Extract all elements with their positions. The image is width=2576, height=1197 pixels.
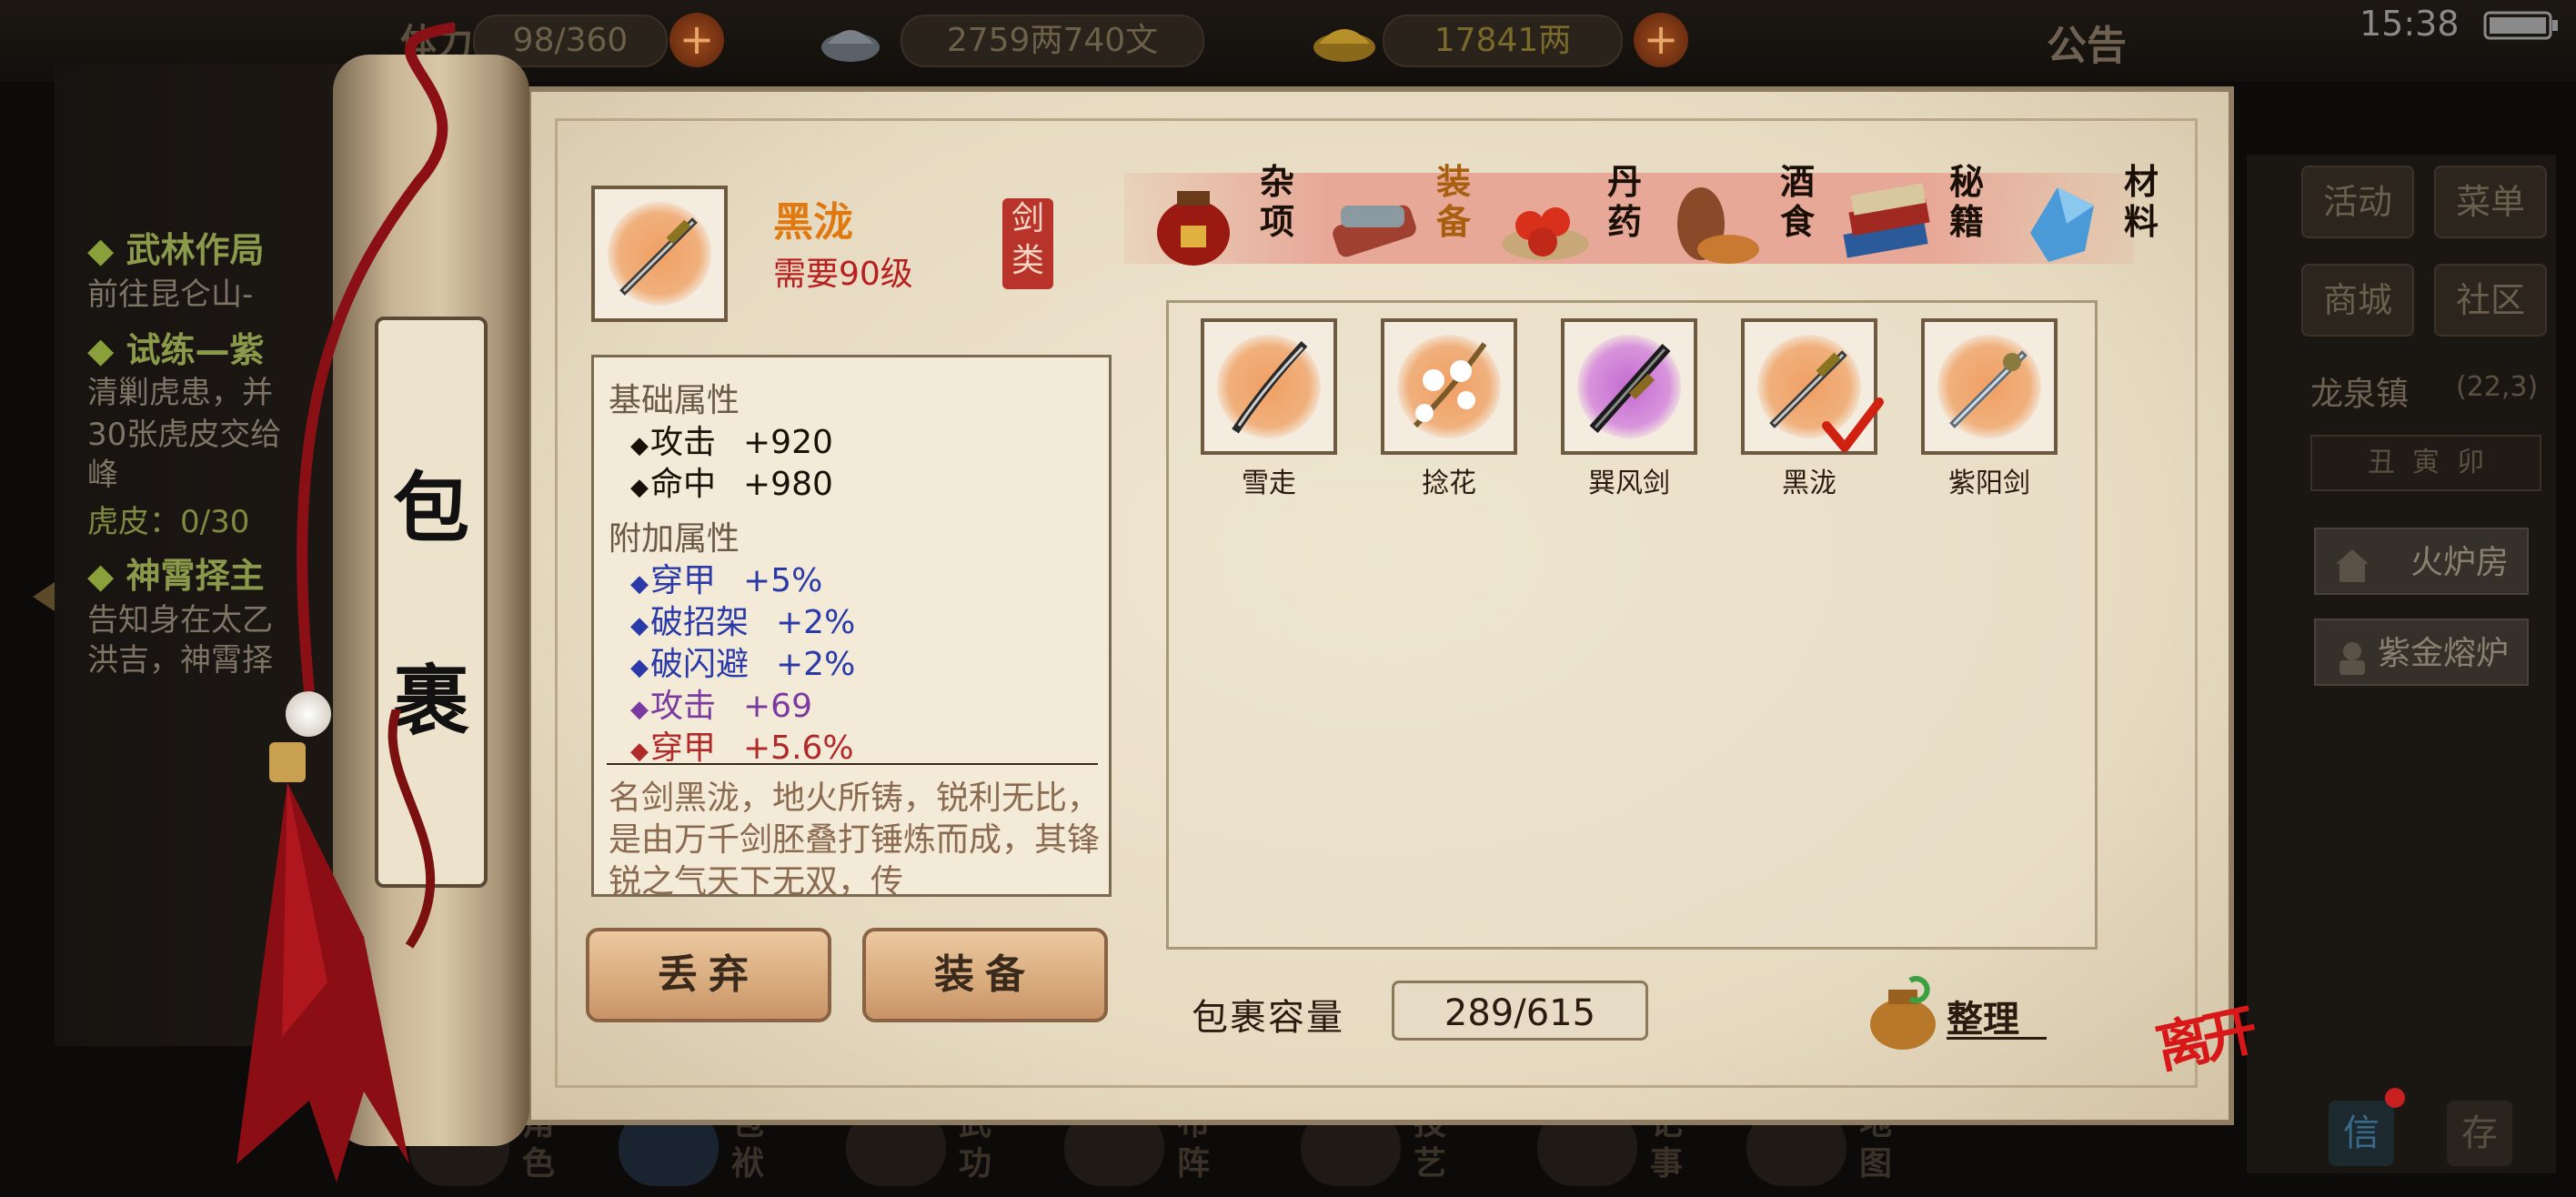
house-icon bbox=[2332, 542, 2372, 609]
katana-icon bbox=[1232, 340, 1308, 434]
silver-ingot-icon bbox=[819, 11, 882, 71]
tab-pills[interactable]: 丹药 bbox=[1495, 162, 1668, 277]
silver-value: 2759两740文 bbox=[901, 15, 1204, 67]
item-type-seal: 剑类 bbox=[1002, 198, 1053, 289]
gold-value: 17841两 bbox=[1383, 15, 1623, 67]
time-dial: 丑 寅 卯 bbox=[2310, 435, 2541, 491]
location-coords: (22,3) bbox=[2456, 371, 2539, 403]
equipment-bundle-icon bbox=[1333, 205, 1416, 257]
item-label: 捻花 bbox=[1422, 468, 1476, 499]
base-attr-heading: 基础属性 bbox=[609, 382, 740, 419]
extra-attr-row: ◆穿甲 +5.6% bbox=[630, 729, 854, 767]
equipped-check-icon bbox=[1822, 397, 1884, 452]
forge-icon bbox=[2332, 633, 2372, 700]
collapse-arrow-icon[interactable] bbox=[27, 578, 58, 619]
item-label: 紫阳剑 bbox=[1948, 468, 2030, 499]
add-stamina-button[interactable]: + bbox=[669, 13, 724, 67]
equip-button[interactable]: 装备 bbox=[862, 928, 1108, 1022]
sword-icon bbox=[1949, 350, 2028, 428]
flower-branch-icon bbox=[1413, 342, 1487, 428]
activity-button[interactable]: 活动 bbox=[2301, 166, 2414, 238]
crystal-icon bbox=[2030, 187, 2094, 262]
item-name: 黑泷 bbox=[773, 199, 853, 246]
inventory-slot[interactable] bbox=[1921, 318, 2058, 455]
extra-attr-heading: 附加属性 bbox=[609, 520, 740, 558]
inventory-slot[interactable] bbox=[1381, 318, 1517, 455]
diamond-bullet-icon: ◆ bbox=[630, 612, 649, 639]
attribute-panel[interactable]: 基础属性 ◆攻击 +920 ◆命中 +980 附加属性 ◆穿甲 +5% ◆破招架 +2%… bbox=[591, 355, 1112, 897]
diamond-bullet-icon: ◆ bbox=[630, 432, 649, 459]
divider bbox=[607, 763, 1098, 765]
item-description: 名剑黑泷，地火所铸，锐利无比，是由万千剑胚叠打锤炼而成，其锋锐之气天下无双，传 bbox=[609, 780, 1101, 897]
inventory-slot[interactable] bbox=[1201, 318, 1337, 455]
gold-ingot-icon bbox=[1310, 11, 1379, 71]
sword-icon bbox=[1589, 344, 1671, 433]
announcement-button[interactable]: 公告 bbox=[2047, 13, 2127, 71]
sort-underline bbox=[1947, 1037, 2047, 1040]
extra-attr-row: ◆穿甲 +5% bbox=[630, 562, 823, 599]
leave-button[interactable]: 离开 bbox=[2150, 1000, 2283, 1128]
diamond-bullet-icon: ◆ bbox=[630, 738, 649, 765]
battery-icon bbox=[2483, 11, 2560, 45]
shop-button[interactable]: 商城 bbox=[2301, 264, 2414, 337]
diamond-bullet-icon: ◆ bbox=[630, 474, 649, 501]
tab-wine-food[interactable]: 酒食 bbox=[1668, 162, 1841, 277]
sword-icon bbox=[619, 217, 698, 296]
sort-label: 整理 bbox=[1947, 999, 2019, 1041]
quest-progress: 虎皮：0/30 bbox=[87, 504, 250, 540]
selected-item-slot bbox=[591, 186, 728, 322]
facility-label: 火炉房 bbox=[2410, 544, 2509, 581]
tab-manuals[interactable]: 秘籍 bbox=[1837, 162, 2010, 277]
tab-equipment[interactable]: 装备 bbox=[1324, 162, 1497, 277]
jar-icon bbox=[1157, 191, 1230, 266]
extra-attr-row: ◆攻击 +69 bbox=[630, 688, 812, 725]
book-icon bbox=[1843, 183, 1930, 258]
inventory-slot[interactable] bbox=[1561, 318, 1697, 455]
tab-misc[interactable]: 杂项 bbox=[1148, 162, 1321, 277]
community-button[interactable]: 社区 bbox=[2434, 264, 2547, 337]
wine-food-icon bbox=[1677, 187, 1759, 264]
location-name: 龙泉镇 bbox=[2310, 376, 2410, 413]
leave-label: 离开 bbox=[2150, 999, 2257, 1081]
extra-attr-row: ◆破招架 +2% bbox=[630, 604, 856, 641]
tassel-cord bbox=[227, 18, 482, 709]
base-attr-row: ◆命中 +980 bbox=[630, 466, 833, 503]
item-label: 巽风剑 bbox=[1588, 468, 1670, 499]
diamond-bullet-icon: ◆ bbox=[630, 570, 649, 598]
capacity-value: 289/615 bbox=[1392, 981, 1648, 1041]
discard-button[interactable]: 丢弃 bbox=[586, 928, 831, 1022]
pill-icon bbox=[1502, 207, 1589, 260]
item-label: 雪走 bbox=[1242, 468, 1296, 499]
quest-description: 峰 bbox=[87, 457, 118, 493]
extra-attr-row: ◆破闪避 +2% bbox=[630, 646, 856, 683]
facility-label: 紫金熔炉 bbox=[2377, 635, 2509, 672]
menu-button[interactable]: 菜单 bbox=[2434, 166, 2547, 238]
tassel-ornament bbox=[227, 669, 500, 1182]
base-attr-row: ◆攻击 +920 bbox=[630, 424, 833, 461]
furnace-room-button[interactable]: 火炉房 bbox=[2314, 528, 2529, 595]
sort-button[interactable]: 整理 bbox=[1865, 975, 2047, 1053]
inventory-slot[interactable] bbox=[1741, 318, 1884, 455]
purple-gold-forge-button[interactable]: 紫金熔炉 bbox=[2314, 619, 2529, 686]
diamond-bullet-icon: ◆ bbox=[630, 696, 649, 723]
clock-time: 15:38 bbox=[2360, 4, 2460, 44]
capacity-label: 包裹容量 bbox=[1192, 997, 1344, 1039]
add-gold-button[interactable]: + bbox=[1634, 13, 1688, 67]
item-level-requirement: 需要90级 bbox=[773, 256, 913, 293]
sack-icon bbox=[1870, 976, 1936, 1050]
item-label: 黑泷 bbox=[1782, 468, 1836, 499]
tab-materials[interactable]: 材料 bbox=[2012, 162, 2185, 277]
diamond-bullet-icon: ◆ bbox=[630, 654, 649, 681]
